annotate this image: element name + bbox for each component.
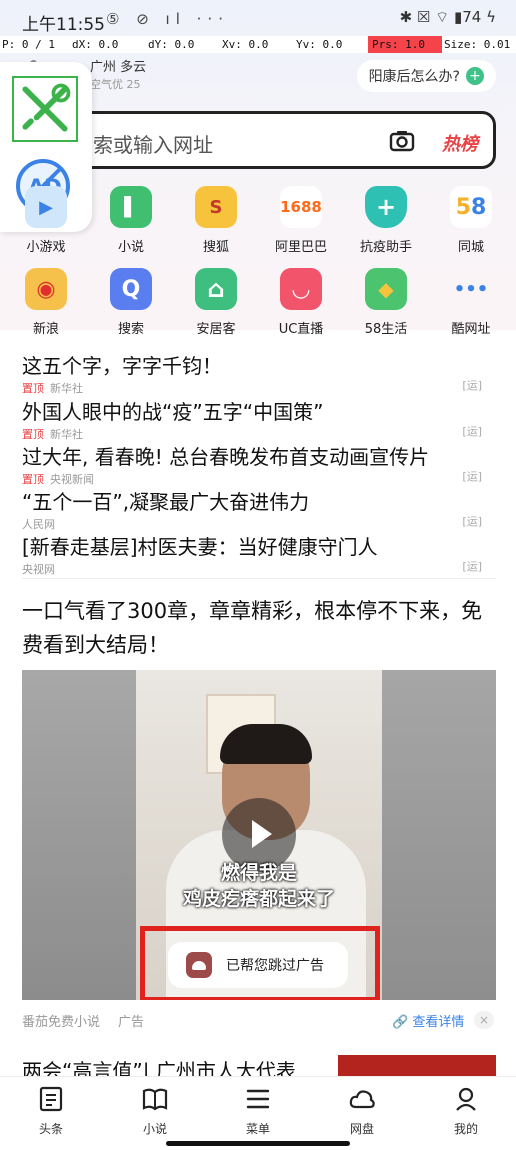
shortcut-search[interactable]: Q 搜索 [89,268,173,337]
status-notification-icons: ⑤ ⊘ ıl ··· [106,10,229,28]
video-caption-line-1: 燃得我是 [220,862,297,884]
map-pin-icon: ◆ [365,268,407,310]
pointer-debug-bar: P: 0 / 1 dX: 0.0 dY: 0.0 Xv: 0.0 Yv: 0.0… [0,36,516,53]
shortcut-cool-sites[interactable]: ••• 酷网址 [429,268,513,338]
android-app-icon [186,952,212,978]
tools-icon[interactable] [12,76,78,142]
browser-home: 上午11:55 ⑤ ⊘ ıl ··· ✱ ☒ ⌔ ▮74 ϟ P: 0 / 1 … [0,0,516,1150]
video-blur-left [22,670,136,1000]
bottom-navigation: 头条 小说 菜单 网盘 我的 [0,1076,516,1150]
weather-air: 空气优 25 [90,78,141,91]
news-tag: [运] [462,515,482,528]
video-caption-line-2: 鸡皮疙瘩都起来了 [182,888,335,910]
toast-text: 已帮您跳过广告 [226,958,324,974]
ad-label: 广告 [118,1015,145,1030]
camera-icon[interactable] [389,128,415,154]
user-icon [456,1087,476,1111]
view-details-link[interactable]: 🔗 查看详情 [392,1011,464,1030]
menu-icon [246,1089,270,1109]
news-tag: [运] [462,560,482,573]
nav-novel[interactable]: 小说 [115,1085,195,1137]
close-icon[interactable]: × [474,1011,494,1029]
news-source: 新华社 [50,382,83,395]
shortcut-anjuke[interactable]: ⌂ 安居客 [174,268,258,337]
nav-me[interactable]: 我的 [426,1085,506,1137]
debug-yv: Yv: 0.0 [296,38,343,51]
news-title[interactable]: 这五个字，字字千钧！ [22,350,496,379]
plus-icon: + [466,67,484,85]
hot-list-button[interactable]: 热榜 [442,130,478,156]
nav-menu[interactable]: 菜单 [218,1085,298,1137]
news-title[interactable]: “五个一百”,凝聚最广大奋进伟力 [22,486,496,515]
shortcut-novel[interactable]: ▌ 小说 [89,186,173,255]
news-title[interactable]: [新春走基层]村医夫妻：当好健康守门人 [22,531,496,560]
pin-badge: 置顶 [22,428,44,441]
debug-dx: dX: 0.0 [72,38,119,51]
uc-live-icon: ◡ [280,268,322,310]
debug-p: P: 0 / 1 [2,38,55,51]
search-bar[interactable]: 搜索或输入网址 热榜 [34,111,496,169]
book-icon: ▌ [110,186,152,228]
news-title[interactable]: 过大年, 看春晚! 总台春晚发布首支动画宣传片 [22,441,496,470]
feed-source: 番茄免费小说 [22,1015,101,1030]
book-open-icon [142,1088,168,1111]
shortcut-58-city[interactable]: 58 同城 [429,186,513,255]
shortcut-mini-game[interactable]: ▶ 小游戏 [4,186,88,255]
person-hair [220,724,312,764]
shortcut-sina[interactable]: ◉ 新浪 [4,268,88,337]
search-input[interactable]: 搜索或输入网址 [73,129,213,158]
news-item[interactable]: 这五个字，字字千钧！ 置顶 新华社 [22,350,496,396]
58-icon: 58 [450,186,492,228]
divider [22,578,496,579]
1688-icon: 1688 [280,186,322,228]
shortcut-uc-live[interactable]: ◡ UC直播 [259,268,343,337]
news-item[interactable]: “五个一百”,凝聚最广大奋进伟力 人民网 [22,486,496,532]
nav-headline[interactable]: 头条 [11,1085,91,1137]
shortcut-alibaba[interactable]: 1688 阿里巴巴 [259,186,343,255]
status-time: 上午11:55 [22,15,105,35]
video-blur-right [382,670,496,1000]
cloud-icon [349,1090,375,1109]
news-source: 央视网 [22,563,55,576]
status-system-icons: ✱ ☒ ⌔ ▮74 ϟ [399,8,496,26]
debug-prs: Prs: 1.0 [368,36,442,53]
news-tag: [运] [462,470,482,483]
link-icon: 🔗 [392,1015,409,1030]
pin-badge: 置顶 [22,473,44,486]
shortcut-sohu[interactable]: S 搜狐 [174,186,258,255]
more-dots-icon: ••• [453,278,489,300]
sina-icon: ◉ [25,268,67,310]
news-item[interactable]: 过大年, 看春晚! 总台春晚发布首支动画宣传片 置顶 央视新闻 [22,441,496,487]
game-icon: ▶ [25,186,67,228]
news-source: 央视新闻 [50,473,94,486]
news-source: 人民网 [22,518,55,531]
shield-plus-icon: + [365,186,407,228]
nav-cloud-drive[interactable]: 网盘 [322,1085,402,1137]
ad-skipped-toast: 已帮您跳过广告 [168,942,348,988]
news-item[interactable]: [新春走基层]村医夫妻：当好健康守门人 央视网 [22,531,496,577]
weather-city: 广州 多云 [90,60,147,75]
pin-badge: 置顶 [22,382,44,395]
news-item[interactable]: 外国人眼中的战“疫”五字“中国策” 置顶 新华社 [22,396,496,442]
debug-dy: dY: 0.0 [148,38,195,51]
ask-button-label: 阳康后怎么办? [368,69,460,85]
search-icon: Q [110,268,152,310]
debug-xv: Xv: 0.0 [222,38,269,51]
news-title[interactable]: 外国人眼中的战“疫”五字“中国策” [22,396,496,425]
ask-button[interactable]: 阳康后怎么办? + [356,60,496,92]
shortcut-anti-epidemic[interactable]: + 抗疫助手 [344,186,428,255]
news-tag: [运] [462,425,482,438]
feed-title[interactable]: 一口气看了300章，章章精彩，根本停不下来，免费看到大结局！ [22,594,496,662]
video-player[interactable]: 燃得我是 鸡皮疙瘩都起来了 已帮您跳过广告 [22,670,496,1000]
headline-icon [39,1086,63,1112]
home-indicator[interactable] [166,1141,350,1146]
shortcut-58-life[interactable]: ◆ 58生活 [344,268,428,337]
news-source: 新华社 [50,428,83,441]
debug-size: Size: 0.01 [444,38,511,51]
sohu-icon: S [195,186,237,228]
house-icon: ⌂ [195,268,237,310]
status-bar: 上午11:55 ⑤ ⊘ ıl ··· ✱ ☒ ⌔ ▮74 ϟ [0,0,516,36]
news-tag: [运] [462,379,482,392]
